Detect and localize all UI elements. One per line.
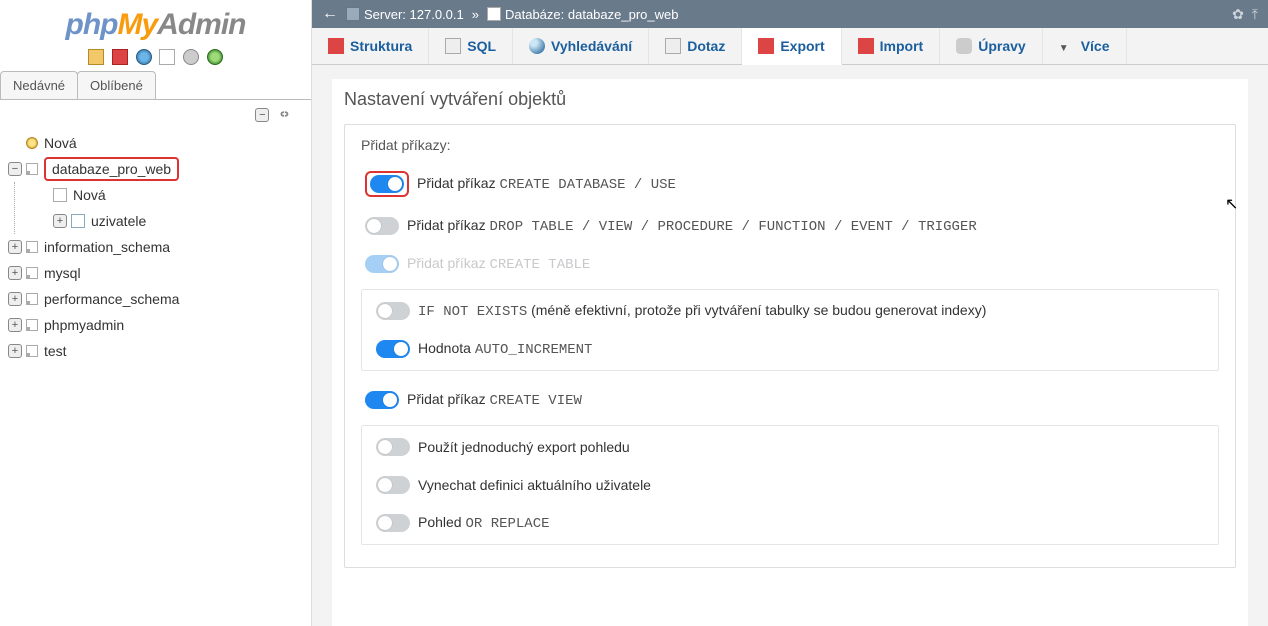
bc-db-label: Databáze: [505,7,564,22]
database-icon [26,345,38,357]
toggle-if-not-exists[interactable] [376,302,410,320]
home-icon[interactable] [88,49,104,65]
logo-php: php [66,8,118,41]
page-settings-icon[interactable]: ✿ [1232,6,1244,23]
expander-icon[interactable]: + [8,240,22,254]
tree-new-table[interactable]: Nová [73,187,106,203]
fieldset-legend: Přidat příkazy: [345,125,1235,161]
tree-db[interactable]: phpmyadmin [44,317,124,333]
toggle-or-replace[interactable] [376,514,410,532]
expander-icon[interactable]: + [8,292,22,306]
main-tabs: Struktura SQL Vyhledávání Dotaz Export I… [312,28,1268,65]
create-view-subopts: Použít jednoduchý export pohledu Vynecha… [361,425,1219,545]
database-icon [487,7,501,21]
operations-icon [956,38,972,54]
expander-icon[interactable]: − [8,162,22,176]
bc-server-value[interactable]: 127.0.0.1 [410,7,464,22]
expander-icon[interactable]: + [8,266,22,280]
tab-favorites[interactable]: Oblíbené [77,71,156,99]
database-icon [26,293,38,305]
toggle-create-table[interactable] [365,255,399,273]
opt-drop-statement: Přidat příkaz DROP TABLE / VIEW / PROCED… [361,207,1219,245]
tree-db-selected[interactable]: databaze_pro_web [44,157,179,181]
chevron-down-icon [1059,38,1075,54]
import-icon [858,38,874,54]
docs-icon[interactable] [159,49,175,65]
logo[interactable]: phpMyAdmin [0,0,311,44]
opt-create-view: Přidat příkaz CREATE VIEW [361,381,1219,419]
sql-icon [445,38,461,54]
new-table-icon [53,188,67,202]
server-icon [346,7,360,21]
sidebar-toolbar [0,44,311,71]
breadcrumb-separator: » [472,7,479,22]
query-icon [665,38,681,54]
tree-db[interactable]: information_schema [44,239,170,255]
link-icon[interactable] [277,107,291,121]
opt-create-table: Přidat příkaz CREATE TABLE [361,245,1219,283]
tab-recent[interactable]: Nedávné [0,71,78,99]
tab-export[interactable]: Export [742,28,841,65]
main: ← Server: 127.0.0.1 » Databáze: databaze… [312,0,1268,626]
opt-auto-increment: Hodnota AUTO_INCREMENT [372,330,1208,368]
structure-icon [328,38,344,54]
content-panel: Nastavení vytváření objektů Přidat příka… [332,79,1248,626]
highlight-annotation [365,171,409,197]
logout-icon[interactable] [112,49,128,65]
opt-create-database: Přidat příkaz CREATE DATABASE / USE [361,161,1219,207]
new-db-icon [26,137,38,149]
toggle-skip-definer[interactable] [376,476,410,494]
expander-icon[interactable]: + [8,318,22,332]
tree-collapse-controls: − [0,100,311,128]
tab-structure[interactable]: Struktura [312,28,429,64]
page-collapse-icon[interactable]: ⤒ [1252,6,1258,23]
tab-sql[interactable]: SQL [429,28,513,64]
opt-simple-view-export: Použít jednoduchý export pohledu [372,428,1208,466]
database-icon [26,319,38,331]
tab-import[interactable]: Import [842,28,941,64]
section-title: Nastavení vytváření objektů [344,89,1236,110]
toggle-create-view[interactable] [365,391,399,409]
export-icon [758,38,774,54]
search-icon [529,38,545,54]
create-table-subopts: IF NOT EXISTS (méně efektivní, protože p… [361,289,1219,371]
bc-server-label: Server: [364,7,406,22]
toggle-auto-increment[interactable] [376,340,410,358]
sidebar: phpMyAdmin Nedávné Oblíbené − Nová [0,0,312,626]
database-icon [26,163,38,175]
tree-db[interactable]: performance_schema [44,291,179,307]
tab-operations[interactable]: Úpravy [940,28,1042,64]
opt-or-replace: Pohled OR REPLACE [372,504,1208,542]
tree-db[interactable]: mysql [44,265,81,281]
logo-admin: Admin [157,8,245,41]
db-tree: Nová − databaze_pro_web Nová + uzivatele [0,128,311,370]
tab-more[interactable]: Více [1043,28,1127,64]
opt-skip-definer: Vynechat definici aktuálního uživatele [372,466,1208,504]
reload-icon[interactable] [207,49,223,65]
logo-my: My [117,8,157,41]
table-icon [71,214,85,228]
toggle-simple-view-export[interactable] [376,438,410,456]
sql-query-icon[interactable] [136,49,152,65]
breadcrumb: ← Server: 127.0.0.1 » Databáze: databaze… [312,0,1268,28]
database-icon [26,241,38,253]
back-arrow-icon[interactable]: ← [322,5,338,23]
tree-new-db[interactable]: Nová [44,135,77,151]
toggle-drop-statement[interactable] [365,217,399,235]
add-statements-fieldset: Přidat příkazy: Přidat příkaz CREATE DAT… [344,124,1236,568]
expander-icon[interactable]: + [8,344,22,358]
sidebar-tabs: Nedávné Oblíbené [0,71,311,100]
opt-if-not-exists: IF NOT EXISTS (méně efektivní, protože p… [372,292,1208,330]
database-icon [26,267,38,279]
tree-db[interactable]: test [44,343,67,359]
collapse-all-icon[interactable]: − [255,108,269,122]
tab-search[interactable]: Vyhledávání [513,28,649,64]
tree-table[interactable]: uzivatele [91,213,146,229]
toggle-create-database[interactable] [370,175,404,193]
expander-icon[interactable]: + [53,214,67,228]
tab-query[interactable]: Dotaz [649,28,742,64]
settings-icon[interactable] [183,49,199,65]
bc-db-value[interactable]: databaze_pro_web [568,7,679,22]
